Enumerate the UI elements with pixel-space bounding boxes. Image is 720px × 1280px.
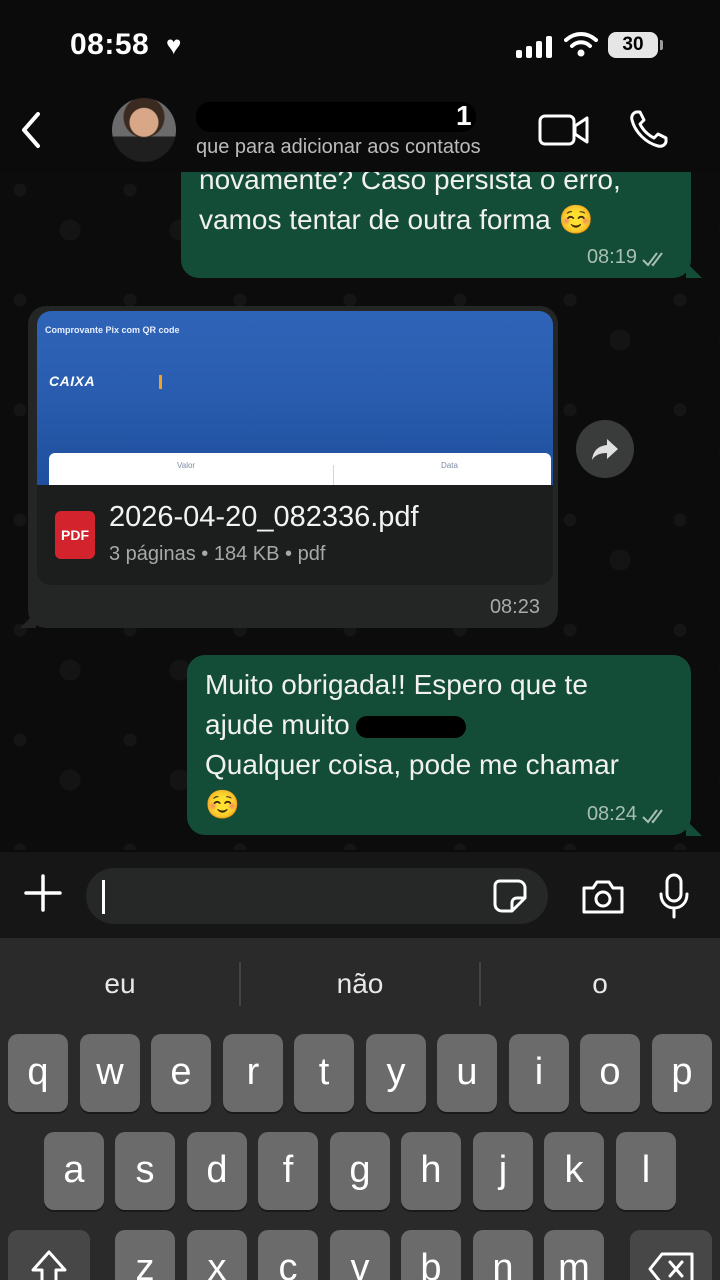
key-t[interactable]: t xyxy=(294,1034,354,1112)
document-file-name: 2026-04-20_082336.pdf xyxy=(109,501,419,533)
key-v[interactable]: v xyxy=(330,1230,390,1280)
key-o[interactable]: o xyxy=(580,1034,640,1112)
status-time: 08:58 xyxy=(70,28,150,61)
pdf-file-icon: PDF xyxy=(55,511,95,559)
read-ticks-icon xyxy=(642,809,663,824)
key-g[interactable]: g xyxy=(330,1132,390,1210)
key-j[interactable]: j xyxy=(473,1132,533,1210)
key-m[interactable]: m xyxy=(544,1230,604,1280)
key-x[interactable]: x xyxy=(187,1230,247,1280)
sticker-icon[interactable] xyxy=(492,878,528,914)
message-bubble-document[interactable]: Comprovante Pix com QR code CAIXA Valor … xyxy=(28,306,558,628)
forward-icon xyxy=(592,439,618,460)
contact-subtitle[interactable]: que para adicionar aos contatos xyxy=(196,136,481,159)
contact-name[interactable]: 1 xyxy=(456,100,472,132)
message-input[interactable] xyxy=(86,868,548,924)
message-time: 08:23 xyxy=(489,596,540,618)
text-cursor xyxy=(102,880,105,914)
message-time: 08:19 xyxy=(586,246,637,268)
cellular-signal-icon xyxy=(516,34,554,58)
message-text: Muito obrigada!! Espero que te ajude mui… xyxy=(205,669,619,820)
suggestion-3[interactable]: o xyxy=(480,968,720,1000)
message-text: novamente? Caso persista o erro, vamos t… xyxy=(199,164,621,235)
battery-icon: 30 xyxy=(608,32,663,58)
redacted-text xyxy=(355,715,466,738)
document-info[interactable]: PDF 2026-04-20_082336.pdf 3 páginas • 18… xyxy=(37,485,553,585)
key-f[interactable]: f xyxy=(258,1132,318,1210)
forward-button[interactable] xyxy=(576,420,634,478)
chat-header: 1 que para adicionar aos contatos xyxy=(0,90,720,172)
preview-label-value: Valor xyxy=(177,461,196,470)
document-file-info: 3 páginas • 184 KB • pdf xyxy=(109,543,326,565)
bubble-tail xyxy=(686,820,702,836)
wifi-icon xyxy=(564,32,598,57)
key-e[interactable]: e xyxy=(151,1034,211,1112)
microphone-icon[interactable] xyxy=(656,872,692,920)
key-w[interactable]: w xyxy=(80,1034,140,1112)
redacted-contact-name[interactable] xyxy=(196,102,476,132)
key-k[interactable]: k xyxy=(544,1132,604,1210)
key-h[interactable]: h xyxy=(401,1132,461,1210)
key-a[interactable]: a xyxy=(44,1132,104,1210)
key-u[interactable]: u xyxy=(437,1034,497,1112)
heart-icon: ♥ xyxy=(166,30,182,60)
key-d[interactable]: d xyxy=(187,1132,247,1210)
preview-divider xyxy=(333,465,334,485)
message-bubble-outgoing[interactable]: Muito obrigada!! Espero que te ajude mui… xyxy=(187,655,691,835)
key-c[interactable]: c xyxy=(258,1230,318,1280)
camera-icon[interactable] xyxy=(580,876,626,916)
key-z[interactable]: z xyxy=(115,1230,175,1280)
preview-card xyxy=(49,453,551,485)
key-i[interactable]: i xyxy=(509,1034,569,1112)
preview-title: Comprovante Pix com QR code xyxy=(45,325,180,335)
logo-mark xyxy=(159,375,162,389)
keyboard: eu não o q w e r t y u i o p a s d f g h… xyxy=(0,938,720,1280)
status-bar: 08:58 ♥ 30 xyxy=(0,0,720,90)
document-preview[interactable]: Comprovante Pix com QR code CAIXA Valor … xyxy=(37,311,553,485)
key-y[interactable]: y xyxy=(366,1034,426,1112)
key-r[interactable]: r xyxy=(223,1034,283,1112)
plus-icon[interactable] xyxy=(24,874,62,912)
read-ticks-icon xyxy=(642,252,663,267)
key-q[interactable]: q xyxy=(8,1034,68,1112)
key-l[interactable]: l xyxy=(616,1132,676,1210)
bubble-tail xyxy=(20,612,36,628)
contact-avatar[interactable] xyxy=(112,98,176,162)
key-b[interactable]: b xyxy=(401,1230,461,1280)
suggestion-1[interactable]: eu xyxy=(0,968,240,1000)
back-chevron-icon[interactable] xyxy=(14,108,46,152)
message-time: 08:24 xyxy=(586,803,637,825)
message-composer xyxy=(0,852,720,938)
suggestion-2[interactable]: não xyxy=(240,968,480,1000)
backspace-key[interactable] xyxy=(630,1230,712,1280)
backspace-icon xyxy=(648,1252,694,1280)
phone-call-icon[interactable] xyxy=(628,108,670,150)
key-s[interactable]: s xyxy=(115,1132,175,1210)
key-p[interactable]: p xyxy=(652,1034,712,1112)
caixa-logo: CAIXA xyxy=(49,373,96,389)
bubble-tail xyxy=(686,262,702,278)
shift-key[interactable] xyxy=(8,1230,90,1280)
preview-label-date: Data xyxy=(441,461,458,470)
key-n[interactable]: n xyxy=(473,1230,533,1280)
shift-icon xyxy=(31,1250,67,1280)
video-call-icon[interactable] xyxy=(538,112,590,148)
